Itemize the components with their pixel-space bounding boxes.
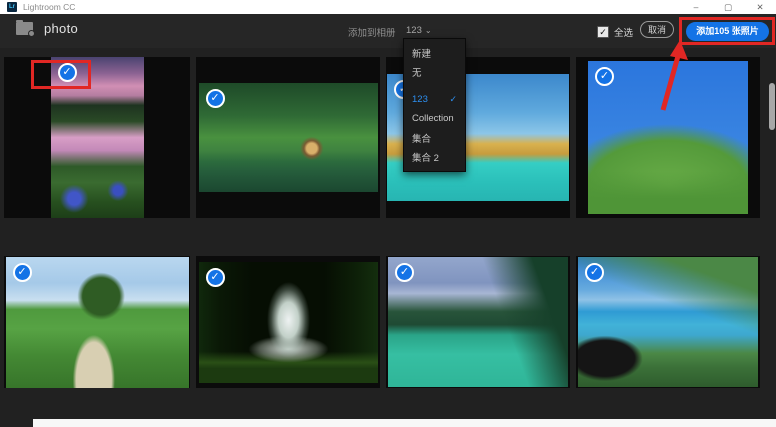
titlebar: Lr Lightroom CC – ▢ ✕ [0, 0, 776, 14]
photo-thumbnail-coastal-cliff[interactable]: ✓ [578, 257, 758, 387]
selection-checkmark-icon[interactable]: ✓ [205, 267, 225, 287]
lightroom-window: Lr Lightroom CC – ▢ ✕ photo 添加到相册 123 ⌄ ✓… [0, 0, 776, 427]
app-title: Lightroom CC [23, 2, 76, 12]
photo-thumbnail-forest-cottage[interactable]: ✓ [198, 83, 378, 192]
photo-thumbnail-lone-tree[interactable]: ✓ [5, 256, 189, 388]
bottom-strip [33, 419, 776, 427]
dropdown-item-new[interactable]: 新建 [404, 43, 465, 62]
album-icon [16, 20, 35, 37]
dropdown-item-label: 新建 [412, 48, 432, 60]
dropdown-item-label: Collection [412, 113, 454, 124]
select-all-checkbox[interactable]: ✓ 全选 [597, 25, 633, 39]
dropdown-item-jihe[interactable]: 集合 [404, 128, 465, 147]
photo-thumbnail-tree-sky[interactable]: ✓ [588, 61, 748, 214]
selection-checkmark-icon[interactable]: ✓ [395, 263, 414, 282]
album-dropdown-menu: 新建 无 123 ✓ Collection 集合 集合 2 [403, 38, 466, 172]
grid-cell: ✓ [4, 57, 190, 218]
maximize-icon[interactable]: ▢ [712, 0, 744, 14]
select-all-label: 全选 [614, 28, 634, 39]
dropdown-item-label: 集合 2 [412, 152, 439, 164]
dropdown-item-label: 无 [412, 67, 422, 79]
grid-cell: ✓ [576, 57, 760, 218]
grid-cell: ✓ [4, 256, 190, 388]
album-selector-value: 123 [406, 25, 422, 36]
dropdown-item-none[interactable]: 无 [404, 62, 465, 81]
selection-checkmark-icon[interactable]: ✓ [585, 263, 604, 282]
grid-cell: ✓ [196, 57, 380, 218]
selection-checkmark-icon[interactable]: ✓ [57, 63, 77, 82]
dropdown-item-collection[interactable]: Collection [404, 109, 465, 128]
chevron-down-icon: ⌄ [424, 26, 432, 35]
selection-checkmark-icon[interactable]: ✓ [595, 67, 614, 86]
dropdown-item-label: 123 [412, 94, 428, 105]
grid-cell: ✓ [386, 256, 570, 388]
window-controls: – ▢ ✕ [680, 0, 776, 14]
dropdown-item-jihe-2[interactable]: 集合 2 [404, 147, 465, 166]
checkbox-check-icon: ✓ [597, 26, 609, 38]
selection-checkmark-icon[interactable]: ✓ [205, 89, 225, 108]
close-icon[interactable]: ✕ [744, 0, 776, 14]
add-photos-button[interactable]: 添加105 张照片 [686, 22, 769, 41]
album-selector-dropdown[interactable]: 123 ⌄ [406, 25, 432, 36]
header-bar: photo 添加到相册 123 ⌄ ✓ 全选 取消 添加105 张照片 [0, 14, 776, 48]
lightroom-logo-icon: Lr [7, 2, 17, 12]
check-icon: ✓ [449, 94, 457, 104]
dropdown-item-123[interactable]: 123 ✓ [404, 90, 465, 109]
library-name: photo [44, 21, 79, 36]
dropdown-item-label: 集合 [412, 133, 432, 145]
add-to-album-label: 添加到相册 [348, 28, 396, 39]
selection-checkmark-icon[interactable]: ✓ [12, 262, 32, 282]
cancel-button[interactable]: 取消 [640, 21, 674, 38]
photo-thumbnail-mountain-lake[interactable]: ✓ [388, 257, 568, 387]
grid-cell: ✓ [576, 256, 760, 388]
minimize-icon[interactable]: – [680, 0, 712, 14]
photo-thumbnail-sunset-stream[interactable]: ✓ [50, 57, 144, 218]
photo-grid: ✓ ✓ ✓ ✓ ✓ ✓ ✓ [0, 48, 776, 427]
vertical-scrollbar-thumb[interactable] [769, 83, 775, 130]
photo-thumbnail-fountain[interactable]: ✓ [198, 261, 378, 383]
grid-cell: ✓ [196, 256, 380, 388]
